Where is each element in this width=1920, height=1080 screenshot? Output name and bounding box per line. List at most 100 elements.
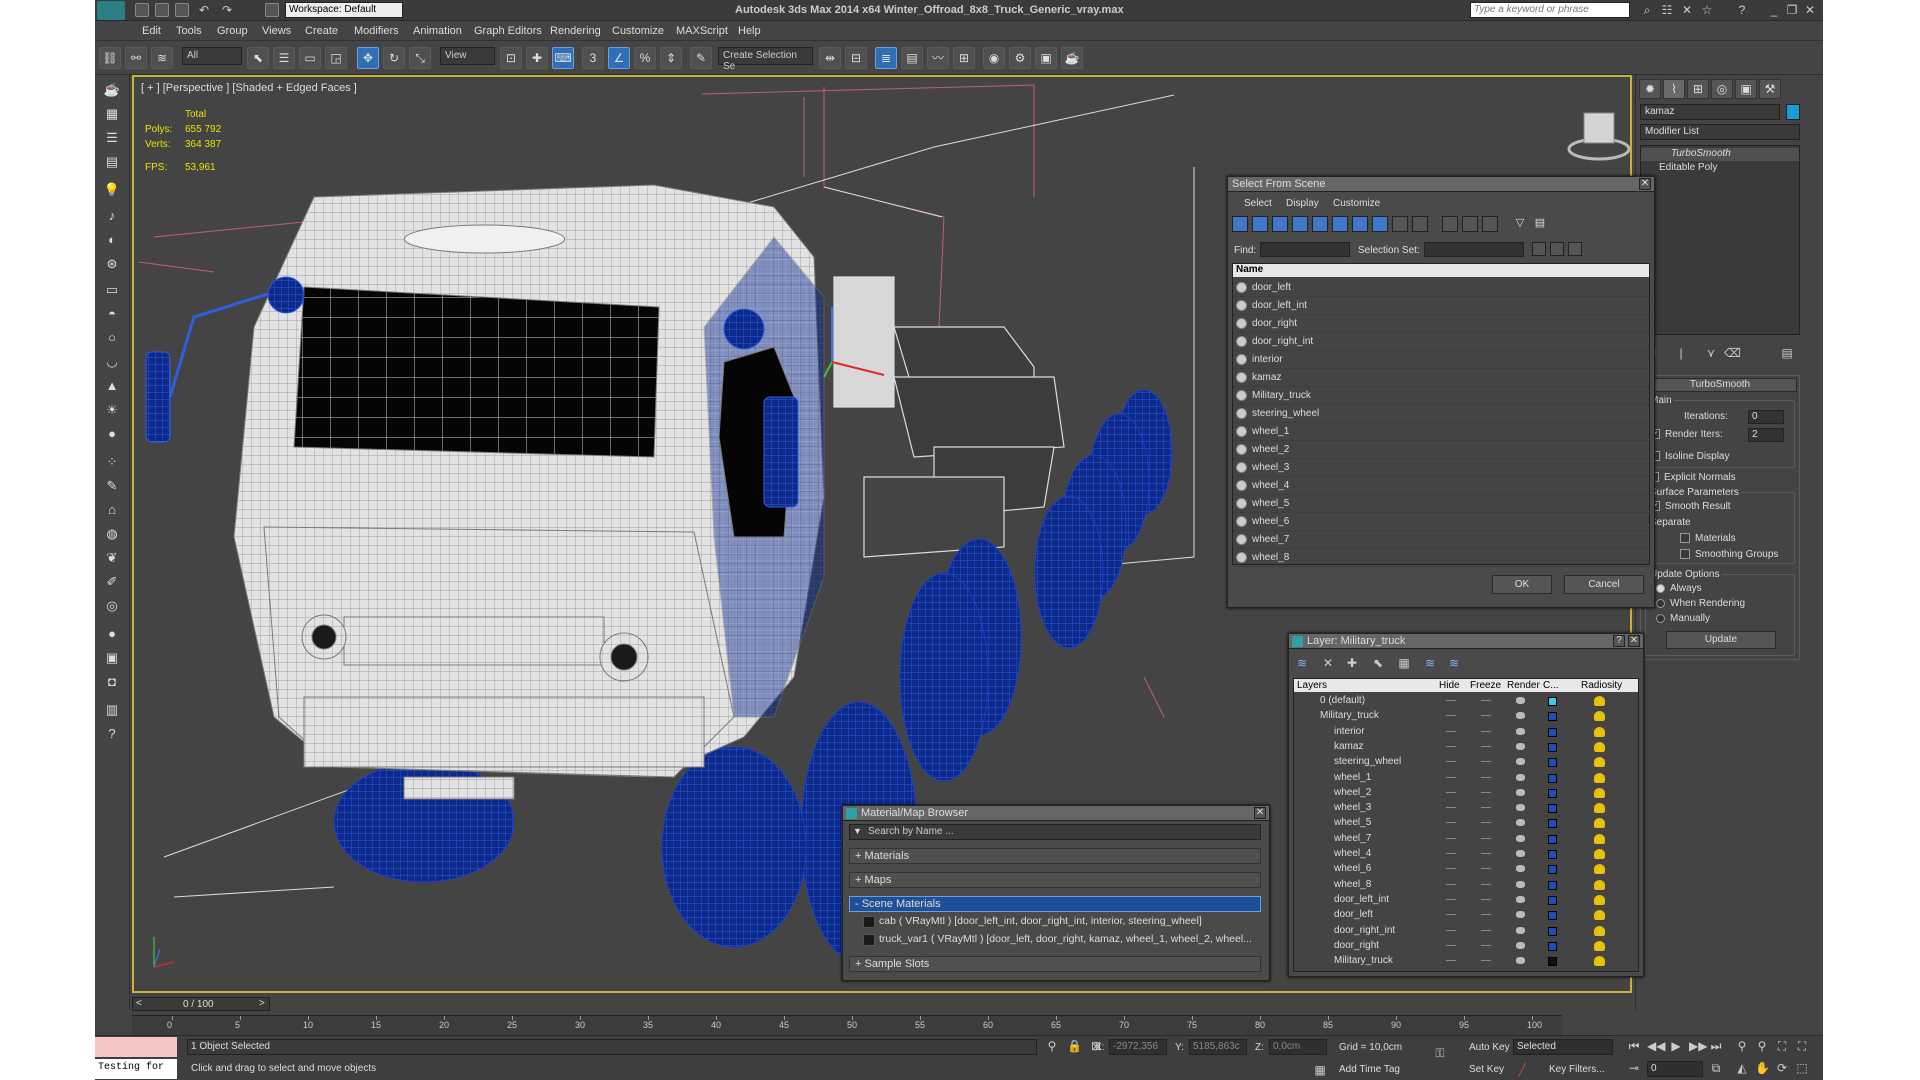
layer-color-swatch[interactable] bbox=[1548, 742, 1557, 752]
layer-row[interactable]: wheel_4 bbox=[1296, 847, 1636, 862]
add-time-tag-icon[interactable]: ▦ bbox=[1313, 1063, 1327, 1077]
menu-views[interactable]: Views bbox=[262, 25, 291, 37]
manually-radio[interactable] bbox=[1656, 613, 1665, 623]
close-icon[interactable]: ✕ bbox=[1628, 635, 1640, 647]
selection-set-dropdown[interactable] bbox=[1424, 242, 1524, 257]
next-frame-icon[interactable]: ▶▶ bbox=[1689, 1039, 1707, 1053]
help-icon[interactable]: ? bbox=[1735, 3, 1749, 17]
radiosity-icon[interactable] bbox=[1594, 879, 1605, 890]
freeze-toggle[interactable] bbox=[1481, 700, 1491, 701]
select-none-icon[interactable] bbox=[1482, 216, 1498, 232]
close-icon[interactable]: ✕ bbox=[1639, 178, 1651, 190]
freeze-toggle[interactable] bbox=[1481, 883, 1491, 885]
layer-color-swatch[interactable] bbox=[1548, 895, 1557, 905]
layer-row[interactable]: Military_truck bbox=[1296, 709, 1636, 724]
modifier-list-dropdown[interactable]: Modifier List bbox=[1640, 124, 1800, 140]
display-hierarchy-icon[interactable] bbox=[1442, 216, 1458, 232]
auto-key-button[interactable]: Auto Key bbox=[1469, 1042, 1510, 1053]
hide-toggle[interactable] bbox=[1446, 807, 1456, 809]
window-crossing-icon[interactable]: ◲ bbox=[325, 47, 347, 69]
render-teapot-icon[interactable] bbox=[1516, 788, 1525, 796]
hide-toggle[interactable] bbox=[1446, 730, 1456, 732]
sample-slots-section[interactable]: + Sample Slots bbox=[849, 956, 1261, 972]
z-coordinate-field[interactable]: 0,0cm bbox=[1269, 1039, 1327, 1055]
menu-animation[interactable]: Animation bbox=[413, 25, 462, 37]
render-teapot-icon[interactable] bbox=[1516, 712, 1525, 720]
audio-icon[interactable]: ♪ bbox=[101, 205, 123, 227]
object-name-field[interactable]: kamaz bbox=[1640, 104, 1780, 120]
col-layers[interactable]: Layers bbox=[1297, 680, 1327, 691]
menu-create[interactable]: Create bbox=[305, 25, 338, 37]
align-icon[interactable]: ⊟ bbox=[845, 47, 867, 69]
object-list-item[interactable]: interior bbox=[1233, 351, 1649, 369]
menu-edit[interactable]: Edit bbox=[142, 25, 161, 37]
create-tab-icon[interactable]: ✹ bbox=[1639, 79, 1661, 99]
brush-icon[interactable]: ✐ bbox=[101, 571, 123, 593]
play-icon[interactable]: ▶ bbox=[1669, 1039, 1683, 1053]
selection-set-icon-3[interactable] bbox=[1568, 242, 1582, 256]
col-hide[interactable]: Hide bbox=[1439, 680, 1460, 691]
render-teapot-icon[interactable] bbox=[1516, 865, 1525, 873]
object-list-item[interactable]: kamaz bbox=[1233, 369, 1649, 387]
named-selection-dropdown[interactable]: Create Selection Se bbox=[718, 47, 813, 72]
remove-modifier-icon[interactable]: ⌫ bbox=[1724, 346, 1741, 360]
layer-color-swatch[interactable] bbox=[1548, 788, 1557, 798]
box-icon[interactable]: ▣ bbox=[101, 647, 123, 669]
object-list-item[interactable]: steering_wheel bbox=[1233, 405, 1649, 423]
radiosity-icon[interactable] bbox=[1594, 864, 1605, 875]
maps-section[interactable]: + Maps bbox=[849, 872, 1261, 888]
object-list-item[interactable]: wheel_1 bbox=[1233, 423, 1649, 441]
object-list-item[interactable]: wheel_6 bbox=[1233, 513, 1649, 531]
hide-toggle[interactable] bbox=[1446, 883, 1456, 885]
always-radio[interactable] bbox=[1656, 583, 1665, 593]
pivot-center-icon[interactable]: ⊡ bbox=[500, 47, 522, 69]
track-bar[interactable]: 0 5 10 15 20 25 30 35 40 45 50 55 60 65 70 75 80 85 90 95 10… bbox=[132, 1015, 1562, 1035]
sfs-menu-select[interactable]: Select bbox=[1244, 198, 1272, 209]
x-coordinate-field[interactable]: -2972,356 bbox=[1109, 1039, 1167, 1055]
update-button[interactable]: Update bbox=[1666, 631, 1776, 649]
restore-icon[interactable]: ❐ bbox=[1785, 3, 1799, 17]
when-rendering-radio[interactable] bbox=[1656, 598, 1665, 608]
help-icon[interactable]: ? bbox=[1613, 635, 1625, 647]
freeze-toggle[interactable] bbox=[1481, 837, 1491, 839]
render-teapot-icon[interactable] bbox=[1516, 697, 1525, 704]
spinner-snap-icon[interactable]: ⇕ bbox=[660, 47, 682, 69]
col-freeze[interactable]: Freeze bbox=[1470, 680, 1501, 691]
layer-row[interactable]: wheel_5 bbox=[1296, 816, 1636, 831]
render-teapot-icon[interactable] bbox=[1516, 926, 1525, 934]
key-filter-icon[interactable]: ╱ bbox=[1515, 1063, 1529, 1077]
radiosity-icon[interactable] bbox=[1594, 803, 1605, 814]
help-icon[interactable]: ? bbox=[101, 723, 123, 745]
ok-button[interactable]: OK bbox=[1492, 575, 1552, 594]
layer-row[interactable]: Military_truck bbox=[1296, 954, 1636, 969]
stamp-icon[interactable]: ◎ bbox=[101, 595, 123, 617]
tools-icon[interactable]: ✕ bbox=[1680, 3, 1694, 17]
reference-coord-dropdown[interactable]: View bbox=[440, 47, 495, 65]
hide-all-layers-icon[interactable]: ≋ bbox=[1423, 656, 1437, 670]
motion-tab-icon[interactable]: ◎ bbox=[1711, 79, 1733, 99]
freeze-toggle[interactable] bbox=[1481, 807, 1491, 809]
select-object-icon[interactable]: ⬉ bbox=[247, 47, 269, 69]
paint-icon[interactable]: ✎ bbox=[101, 475, 123, 497]
menu-graph-editors[interactable]: Graph Editors bbox=[474, 25, 542, 37]
next-frame-icon[interactable]: > bbox=[259, 998, 265, 1009]
new-file-icon[interactable] bbox=[135, 3, 149, 17]
layer-row[interactable]: wheel_7 bbox=[1296, 832, 1636, 847]
layer-color-swatch[interactable] bbox=[1548, 697, 1557, 706]
modify-tab-icon[interactable]: ⌇ bbox=[1663, 79, 1685, 99]
menu-group[interactable]: Group bbox=[217, 25, 248, 37]
freeze-toggle[interactable] bbox=[1481, 914, 1491, 916]
film-icon[interactable]: ⊛ bbox=[101, 253, 123, 275]
close-icon[interactable]: ✕ bbox=[1803, 3, 1817, 17]
filter-bones-icon[interactable] bbox=[1392, 216, 1408, 232]
radiosity-icon[interactable] bbox=[1594, 696, 1605, 706]
select-manipulate-icon[interactable]: ✚ bbox=[526, 47, 548, 69]
object-list-item[interactable]: wheel_7 bbox=[1233, 531, 1649, 549]
hide-toggle[interactable] bbox=[1446, 761, 1456, 763]
filter-groups-icon[interactable] bbox=[1352, 216, 1368, 232]
radiosity-icon[interactable] bbox=[1594, 849, 1605, 859]
filter-funnel-icon[interactable]: ▽ bbox=[1512, 216, 1528, 232]
layer-color-swatch[interactable] bbox=[1548, 850, 1557, 859]
filter-geometry-icon[interactable] bbox=[1232, 216, 1248, 232]
bulb-icon[interactable]: ● bbox=[101, 423, 123, 445]
